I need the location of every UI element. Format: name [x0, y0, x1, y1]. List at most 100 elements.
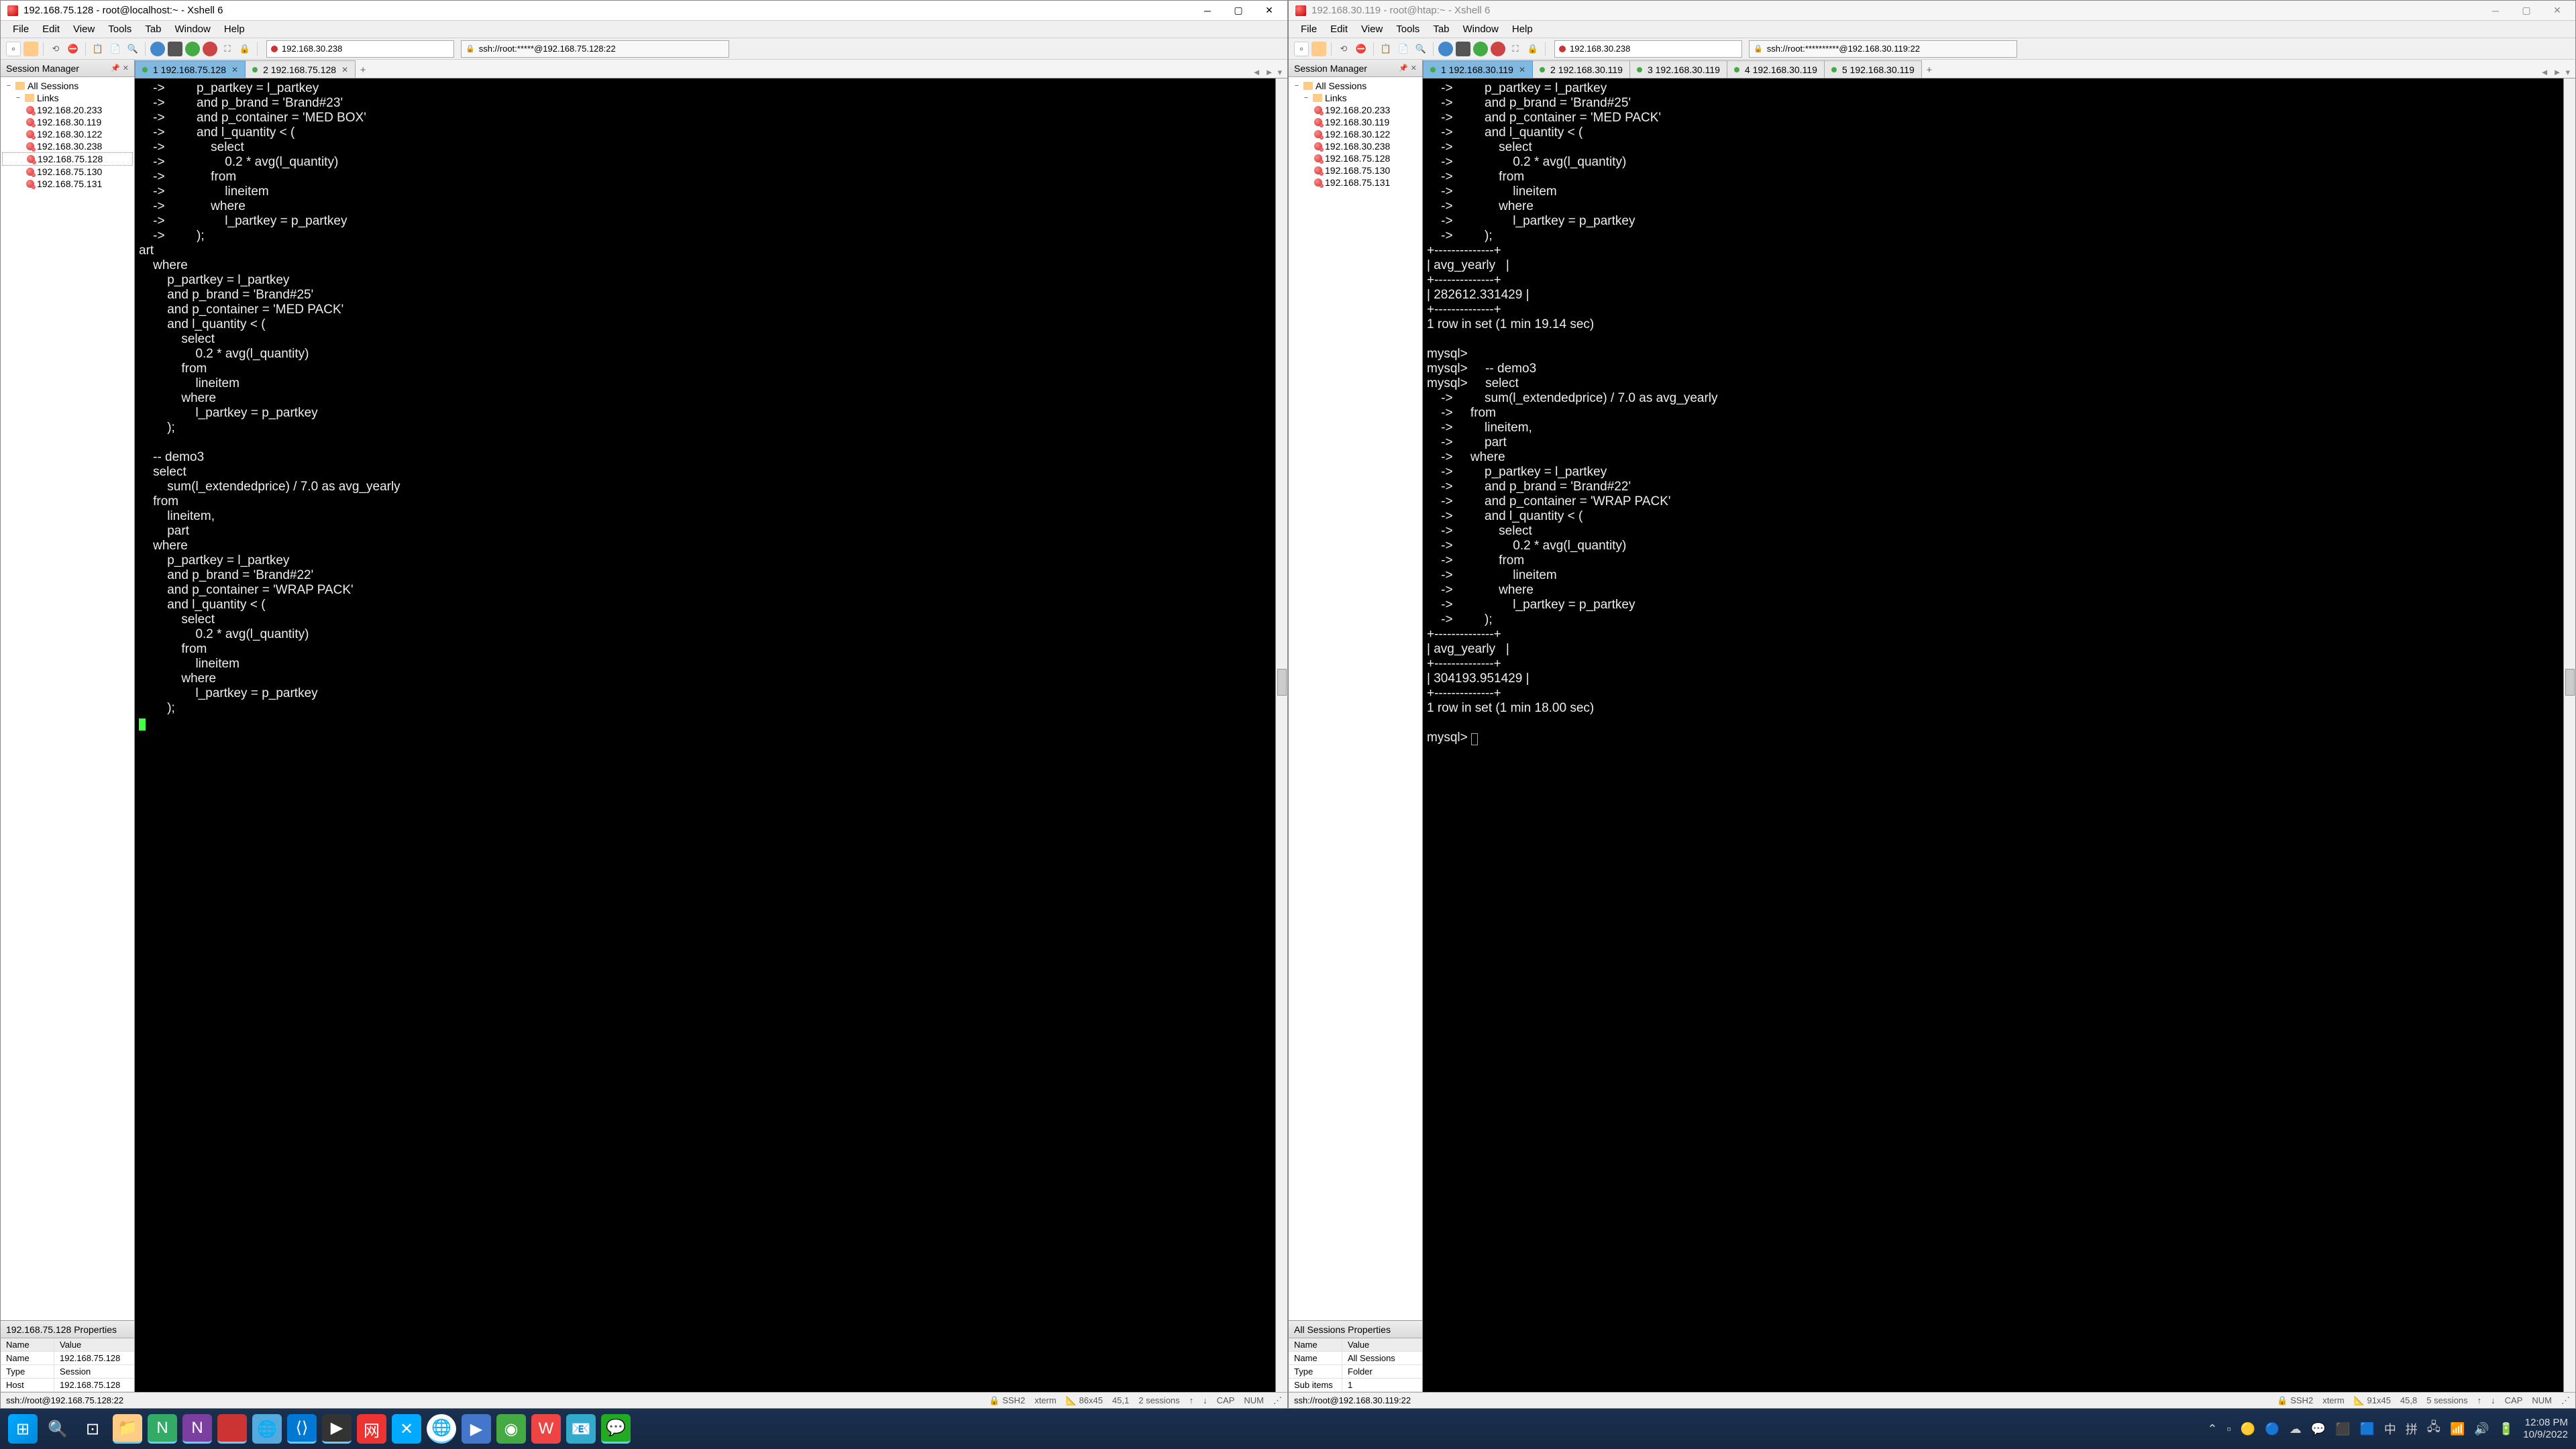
ssh-address-box[interactable]: 🔒 ssh://root:**********@192.168.30.119:2…: [1749, 40, 2017, 58]
tool1-icon[interactable]: [150, 42, 165, 56]
pin-icon[interactable]: 📌: [1399, 64, 1408, 72]
tray-ime-icon[interactable]: 中: [2384, 1420, 2396, 1438]
session-tree[interactable]: −All Sessions −Links 192.168.20.233 192.…: [1289, 77, 1422, 1320]
search-icon[interactable]: 🔍: [1413, 42, 1428, 56]
tray-wechat-icon[interactable]: 💬: [2311, 1422, 2326, 1436]
paste-icon[interactable]: 📄: [108, 42, 123, 56]
new-session-icon[interactable]: ▫: [6, 42, 21, 56]
titlebar[interactable]: 192.168.75.128 - root@localhost:~ - Xshe…: [1, 1, 1287, 21]
tree-host[interactable]: 192.168.30.238: [1290, 140, 1421, 152]
app-icon[interactable]: ◉: [496, 1414, 526, 1444]
resize-grip-icon[interactable]: ⋰: [1273, 1395, 1282, 1406]
tree-root[interactable]: −All Sessions: [1290, 80, 1421, 92]
panel-close-icon[interactable]: ✕: [1411, 64, 1417, 72]
tree-folder-links[interactable]: −Links: [1290, 92, 1421, 104]
menu-window[interactable]: Window: [1456, 22, 1505, 36]
tool4-icon[interactable]: [203, 42, 217, 56]
reconnect-icon[interactable]: ⟲: [48, 42, 63, 56]
tab-session-1[interactable]: 1 192.168.30.119✕: [1423, 60, 1533, 78]
tree-host[interactable]: 192.168.75.130: [2, 166, 133, 178]
tray-wifi-icon[interactable]: 📶: [2450, 1422, 2465, 1436]
scrollbar[interactable]: [2563, 78, 2575, 1392]
app-icon[interactable]: 网: [357, 1414, 386, 1444]
paste-icon[interactable]: 📄: [1396, 42, 1411, 56]
app-icon[interactable]: ▶: [462, 1414, 491, 1444]
maximize-button[interactable]: ▢: [1223, 1, 1254, 20]
tree-host[interactable]: 192.168.20.233: [1290, 104, 1421, 116]
tab-session-3[interactable]: 3 192.168.30.119: [1629, 60, 1727, 78]
fullscreen-icon[interactable]: ⛶: [1508, 42, 1523, 56]
tool4-icon[interactable]: [1491, 42, 1505, 56]
titlebar[interactable]: 192.168.30.119 - root@htap:~ - Xshell 6 …: [1289, 1, 2575, 21]
tab-next-icon[interactable]: ►: [1265, 67, 1274, 78]
tab-session-5[interactable]: 5 192.168.30.119: [1824, 60, 1922, 78]
menu-file[interactable]: File: [1294, 22, 1324, 36]
menu-window[interactable]: Window: [168, 22, 217, 36]
tool3-icon[interactable]: [185, 42, 200, 56]
menu-tab[interactable]: Tab: [138, 22, 168, 36]
terminal[interactable]: -> p_partkey = l_partkey -> and p_brand …: [1423, 78, 2575, 1392]
scrollbar[interactable]: [1275, 78, 1287, 1392]
tab-close-icon[interactable]: ✕: [231, 65, 238, 74]
tab-prev-icon[interactable]: ◄: [2540, 67, 2549, 78]
app-icon[interactable]: N: [148, 1414, 177, 1444]
tree-host[interactable]: 192.168.30.122: [2, 128, 133, 140]
terminal-icon[interactable]: ▶: [322, 1414, 352, 1444]
reconnect-icon[interactable]: ⟲: [1336, 42, 1351, 56]
ssh-address-box[interactable]: 🔒 ssh://root:*****@192.168.75.128:22: [461, 40, 729, 58]
tool2-icon[interactable]: [168, 42, 182, 56]
lock-icon[interactable]: 🔒: [1525, 42, 1540, 56]
copy-icon[interactable]: 📋: [1379, 42, 1393, 56]
tree-host[interactable]: 192.168.75.128: [1290, 152, 1421, 164]
menu-file[interactable]: File: [6, 22, 36, 36]
task-view-icon[interactable]: ⊡: [78, 1414, 107, 1444]
tab-menu-icon[interactable]: ▾: [2565, 67, 2570, 78]
tray-volume-icon[interactable]: 🔊: [2474, 1422, 2489, 1436]
tab-session-4[interactable]: 4 192.168.30.119: [1727, 60, 1825, 78]
tree-host[interactable]: 192.168.75.131: [1290, 176, 1421, 189]
explorer-icon[interactable]: 📁: [113, 1414, 142, 1444]
tree-host[interactable]: 192.168.30.238: [2, 140, 133, 152]
close-button[interactable]: ✕: [1254, 1, 1285, 20]
tray-ime-mode-icon[interactable]: 拼: [2406, 1420, 2418, 1438]
session-tree[interactable]: −All Sessions −Links 192.168.20.233 192.…: [1, 77, 134, 1320]
tab-prev-icon[interactable]: ◄: [1252, 67, 1261, 78]
open-icon[interactable]: [1311, 42, 1326, 56]
tree-host[interactable]: 192.168.30.119: [2, 116, 133, 128]
xshell-icon[interactable]: [217, 1414, 247, 1444]
search-icon[interactable]: 🔍: [125, 42, 140, 56]
menu-edit[interactable]: Edit: [1324, 22, 1354, 36]
menu-view[interactable]: View: [66, 22, 101, 36]
new-session-icon[interactable]: ▫: [1294, 42, 1309, 56]
copy-icon[interactable]: 📋: [91, 42, 105, 56]
search-taskbar-icon[interactable]: 🔍: [43, 1414, 72, 1444]
tray-app-icon[interactable]: ▫: [2226, 1422, 2231, 1436]
lock-icon[interactable]: 🔒: [237, 42, 252, 56]
tray-app-icon[interactable]: ⬛: [2335, 1422, 2350, 1436]
menu-tools[interactable]: Tools: [1389, 22, 1426, 36]
open-icon[interactable]: [23, 42, 38, 56]
menu-help[interactable]: Help: [1505, 22, 1540, 36]
pin-icon[interactable]: 📌: [111, 64, 120, 72]
start-button[interactable]: ⊞: [8, 1414, 38, 1444]
minimize-button[interactable]: ─: [2480, 1, 2511, 20]
address-box[interactable]: 192.168.30.238: [266, 40, 454, 58]
panel-close-icon[interactable]: ✕: [123, 64, 129, 72]
wps-icon[interactable]: W: [531, 1414, 561, 1444]
tab-add-button[interactable]: +: [1921, 62, 1937, 78]
wechat-icon[interactable]: 💬: [601, 1414, 631, 1444]
tree-folder-links[interactable]: −Links: [2, 92, 133, 104]
menu-help[interactable]: Help: [217, 22, 252, 36]
tray-app-icon[interactable]: 🔵: [2265, 1422, 2279, 1436]
tray-app-icon[interactable]: 🟦: [2360, 1422, 2375, 1436]
tab-session-1[interactable]: 1 192.168.75.128✕: [135, 60, 246, 78]
tray-chevron-icon[interactable]: ⌃: [2207, 1422, 2217, 1436]
vscode-icon[interactable]: ⟨⟩: [287, 1414, 317, 1444]
tab-session-2[interactable]: 2 192.168.75.128✕: [245, 60, 356, 78]
tree-host[interactable]: 192.168.20.233: [2, 104, 133, 116]
disconnect-icon[interactable]: ⛔: [66, 42, 80, 56]
tray-network-icon[interactable]: 🖧: [2427, 1419, 2440, 1439]
menu-tools[interactable]: Tools: [101, 22, 138, 36]
tab-close-icon[interactable]: ✕: [341, 65, 348, 74]
app-icon[interactable]: ✕: [392, 1414, 421, 1444]
